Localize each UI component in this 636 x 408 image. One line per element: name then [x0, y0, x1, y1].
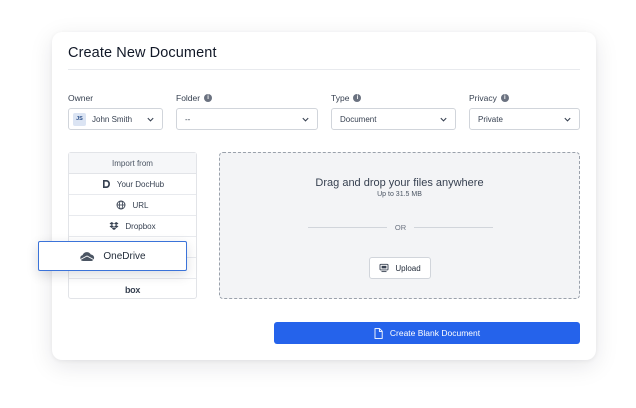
type-select[interactable]: Document	[331, 108, 456, 130]
upload-button[interactable]: Upload	[369, 257, 431, 279]
onedrive-icon	[80, 251, 95, 261]
folder-label: Folder i	[176, 93, 213, 103]
divider-line	[414, 227, 493, 228]
privacy-select[interactable]: Private	[469, 108, 580, 130]
file-dropzone[interactable]: Drag and drop your files anywhere Up to …	[219, 152, 580, 299]
type-value: Document	[340, 114, 377, 124]
create-blank-document-button[interactable]: Create Blank Document	[274, 322, 580, 344]
upload-label: Upload	[395, 263, 421, 273]
info-icon[interactable]: i	[204, 94, 213, 102]
import-item-dochub[interactable]: Your DocHub	[69, 174, 196, 195]
import-item-box[interactable]: box	[69, 279, 196, 300]
privacy-value: Private	[478, 114, 503, 124]
privacy-label-text: Privacy	[469, 93, 497, 103]
import-item-label: Dropbox	[125, 221, 156, 231]
document-icon	[374, 327, 383, 339]
type-label: Type i	[331, 93, 362, 103]
chevron-down-icon	[440, 117, 447, 122]
globe-icon	[117, 200, 126, 210]
import-item-dropbox[interactable]: Dropbox	[69, 216, 196, 237]
or-text: OR	[394, 223, 407, 232]
dropbox-icon	[109, 222, 119, 230]
info-icon[interactable]: i	[353, 94, 362, 102]
onedrive-label: OneDrive	[103, 250, 146, 262]
type-label-text: Type	[331, 93, 350, 103]
owner-label: Owner	[68, 93, 93, 103]
avatar: JS	[73, 112, 86, 126]
divider-line	[308, 227, 387, 228]
import-item-onedrive[interactable]: OneDrive	[38, 241, 187, 271]
create-blank-label: Create Blank Document	[389, 328, 481, 338]
folder-value: --	[185, 114, 191, 124]
dialog-title: Create New Document	[68, 45, 217, 61]
import-panel: Import from Your DocHub URL Dropbox box	[68, 152, 197, 299]
privacy-label: Privacy i	[469, 93, 509, 103]
dropzone-size-limit: Up to 31.5 MB	[377, 191, 422, 198]
title-divider	[68, 69, 580, 70]
import-header: Import from	[69, 153, 196, 174]
import-item-label: URL	[132, 200, 149, 210]
upload-icon	[379, 263, 389, 273]
box-logo: box	[124, 284, 141, 295]
folder-label-text: Folder	[176, 93, 201, 103]
chevron-down-icon	[302, 117, 309, 122]
import-item-url[interactable]: URL	[69, 195, 196, 216]
dochub-icon	[102, 180, 110, 188]
or-divider: OR	[308, 223, 493, 232]
owner-select[interactable]: JS John Smith	[68, 108, 163, 130]
folder-select[interactable]: --	[176, 108, 318, 130]
dropzone-title: Drag and drop your files anywhere	[315, 177, 484, 189]
info-icon[interactable]: i	[500, 94, 509, 102]
chevron-down-icon	[564, 117, 571, 122]
owner-value: John Smith	[92, 114, 133, 124]
import-item-label: Your DocHub	[116, 179, 165, 189]
create-document-dialog: Create New Document Owner JS John Smith …	[38, 32, 596, 360]
owner-label-text: Owner	[68, 93, 94, 103]
chevron-down-icon	[147, 117, 154, 122]
